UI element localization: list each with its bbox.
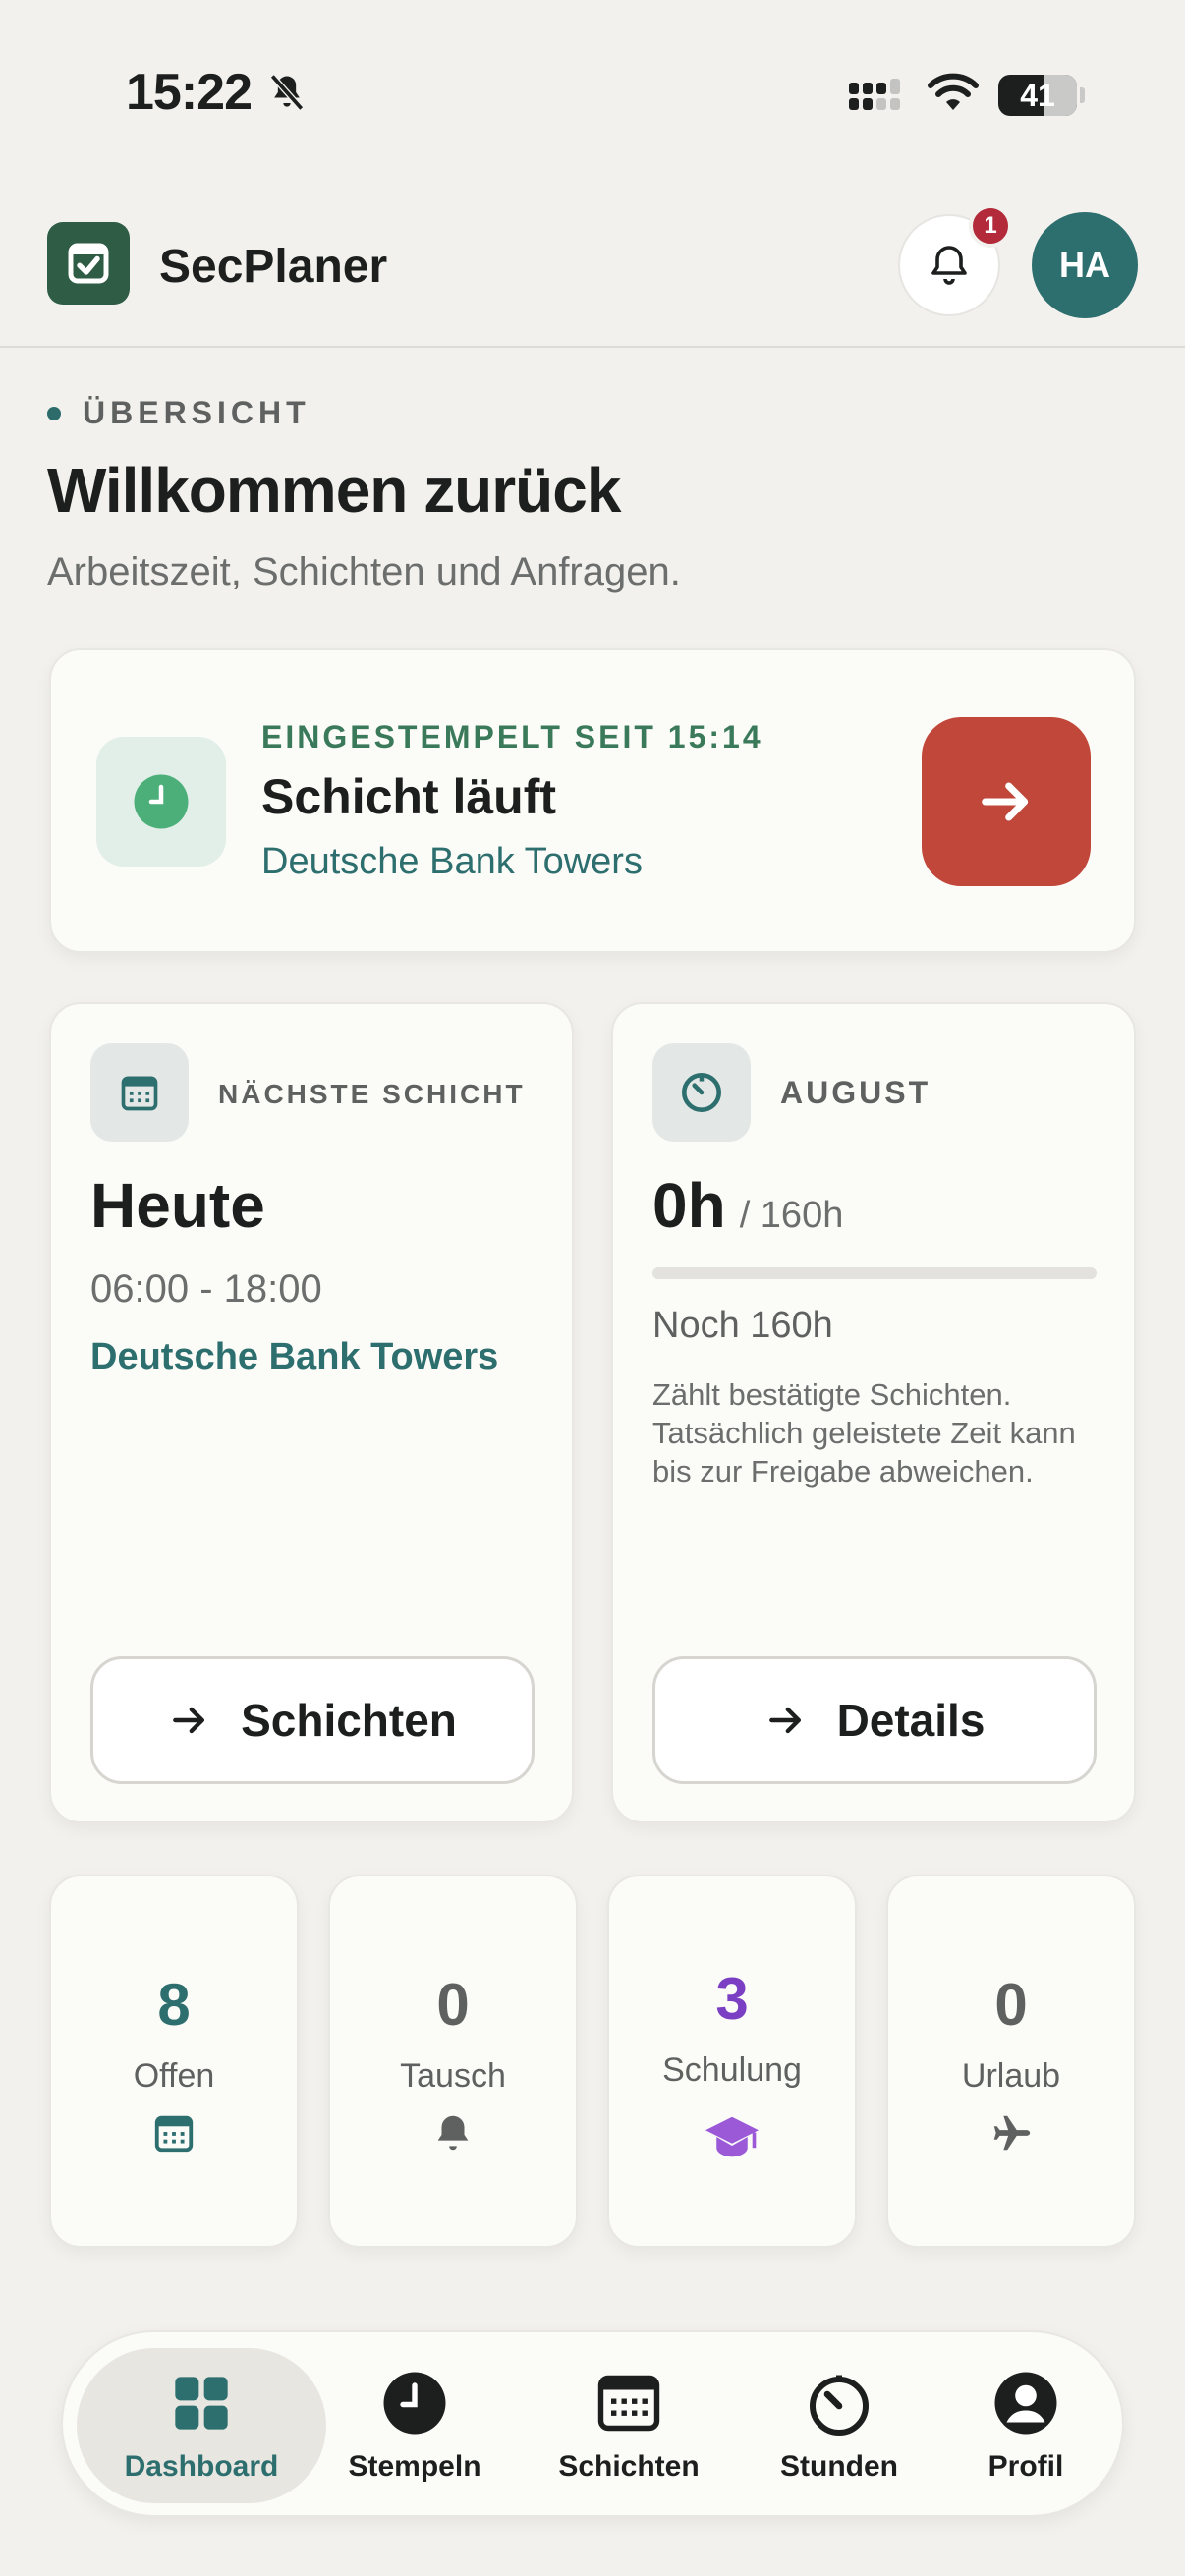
stat-value: 3 <box>715 1966 749 2032</box>
nav-label: Dashboard <box>124 2450 279 2483</box>
next-shift-kicker: NÄCHSTE SCHICHT <box>218 1079 526 1109</box>
status-bar: 15:22 41 <box>0 0 1185 177</box>
clock-icon <box>379 2368 450 2438</box>
wifi-icon <box>928 73 979 119</box>
page-subtitle: Arbeitszeit, Schichten und Anfragen. <box>47 550 681 593</box>
profile-icon <box>990 2368 1061 2438</box>
next-shift-icon-box <box>90 1043 189 1142</box>
hours-progress-bar <box>652 1267 1097 1279</box>
hours-target: / 160h <box>739 1195 844 1236</box>
stat-value: 8 <box>157 1972 191 2038</box>
calendar-icon <box>121 1076 158 1111</box>
hours-note: Zählt bestätigte Schichten. Tatsächlich … <box>652 1377 1076 1488</box>
nav-item-profile[interactable]: Profil <box>937 2332 1114 2519</box>
graduation-cap-icon <box>609 2110 855 2163</box>
active-shift-title: Schicht läuft <box>261 769 557 824</box>
stat-value: 0 <box>436 1972 470 2038</box>
app-title: SecPlaner <box>159 241 388 293</box>
clocked-in-since: EINGESTEMPELT SEIT 15:14 <box>261 719 763 755</box>
clock-icon <box>134 774 189 829</box>
next-shift-time: 06:00 - 18:00 <box>90 1267 322 1311</box>
airplane-icon <box>888 2110 1134 2156</box>
stat-card-swap[interactable]: 0 Tausch <box>328 1875 578 2248</box>
details-button[interactable]: Details <box>652 1656 1097 1784</box>
nav-label: Profil <box>988 2450 1064 2483</box>
section-kicker: ÜBERSICHT <box>47 395 310 431</box>
nav-label: Stunden <box>780 2450 898 2483</box>
active-shift-location: Deutsche Bank Towers <box>261 841 643 882</box>
hours-month: AUGUST <box>780 1075 931 1110</box>
stat-card-vacation[interactable]: 0 Urlaub <box>886 1875 1136 2248</box>
calendar-icon <box>51 2110 297 2156</box>
timer-icon <box>682 1073 721 1112</box>
monthly-hours-card: AUGUST 0h / 160h Noch 160h Zählt bestäti… <box>611 1002 1136 1823</box>
hours-icon-box <box>652 1043 751 1142</box>
hours-remaining: Noch 160h <box>652 1305 833 1346</box>
stat-label: Offen <box>133 2057 215 2095</box>
shifts-button[interactable]: Schichten <box>90 1656 535 1784</box>
stat-label: Urlaub <box>961 2057 1061 2095</box>
bell-icon <box>330 2110 576 2156</box>
battery-level: 41 <box>1020 78 1055 113</box>
arrow-right-icon <box>982 782 1029 821</box>
section-kicker-text: ÜBERSICHT <box>83 395 310 430</box>
nav-label: Stempeln <box>348 2450 481 2483</box>
arrow-right-icon <box>764 1699 808 1742</box>
hours-worked: 0h <box>652 1170 726 1241</box>
avatar[interactable]: HA <box>1032 212 1138 318</box>
stat-label: Schulung <box>662 2051 802 2089</box>
clock-out-button[interactable] <box>922 717 1091 886</box>
bottom-nav: Dashboard Stempeln Schichten Stunden Pro… <box>61 2330 1124 2517</box>
active-shift-icon-box <box>96 737 226 867</box>
battery-icon: 41 <box>998 75 1085 116</box>
details-button-label: Details <box>836 1695 986 1746</box>
nav-label: Schichten <box>558 2450 700 2483</box>
stat-card-training[interactable]: 3 Schulung <box>607 1875 857 2248</box>
stat-card-open[interactable]: 8 Offen <box>49 1875 299 2248</box>
arrow-right-icon <box>168 1699 211 1742</box>
nav-item-clock-in[interactable]: Stempeln <box>326 2332 503 2519</box>
page-title: Willkommen zurück <box>47 455 621 526</box>
active-shift-card[interactable]: EINGESTEMPELT SEIT 15:14 Schicht läuft D… <box>49 648 1136 953</box>
app-header: SecPlaner 1 HA <box>0 196 1185 348</box>
silent-mode-icon <box>265 71 309 119</box>
notification-badge: 1 <box>969 204 1012 248</box>
calendar-icon <box>593 2368 664 2438</box>
hours-value: 0h / 160h <box>652 1169 843 1242</box>
stat-label: Tausch <box>400 2057 506 2095</box>
nav-item-shifts[interactable]: Schichten <box>525 2332 733 2519</box>
dashboard-grid-icon <box>170 2368 233 2438</box>
timer-icon <box>804 2368 875 2438</box>
kicker-dot <box>47 406 61 420</box>
nav-item-hours[interactable]: Stunden <box>751 2332 928 2519</box>
status-time: 15:22 <box>126 64 253 121</box>
cellular-signal-icon <box>849 77 908 119</box>
shifts-button-label: Schichten <box>241 1695 457 1746</box>
next-shift-location[interactable]: Deutsche Bank Towers <box>90 1336 498 1378</box>
next-shift-day: Heute <box>90 1170 265 1241</box>
app-logo-icon <box>47 222 130 305</box>
stat-value: 0 <box>994 1972 1028 2038</box>
bell-icon <box>931 246 967 285</box>
next-shift-card: NÄCHSTE SCHICHT Heute 06:00 - 18:00 Deut… <box>49 1002 574 1823</box>
nav-item-dashboard[interactable]: Dashboard <box>77 2348 326 2503</box>
